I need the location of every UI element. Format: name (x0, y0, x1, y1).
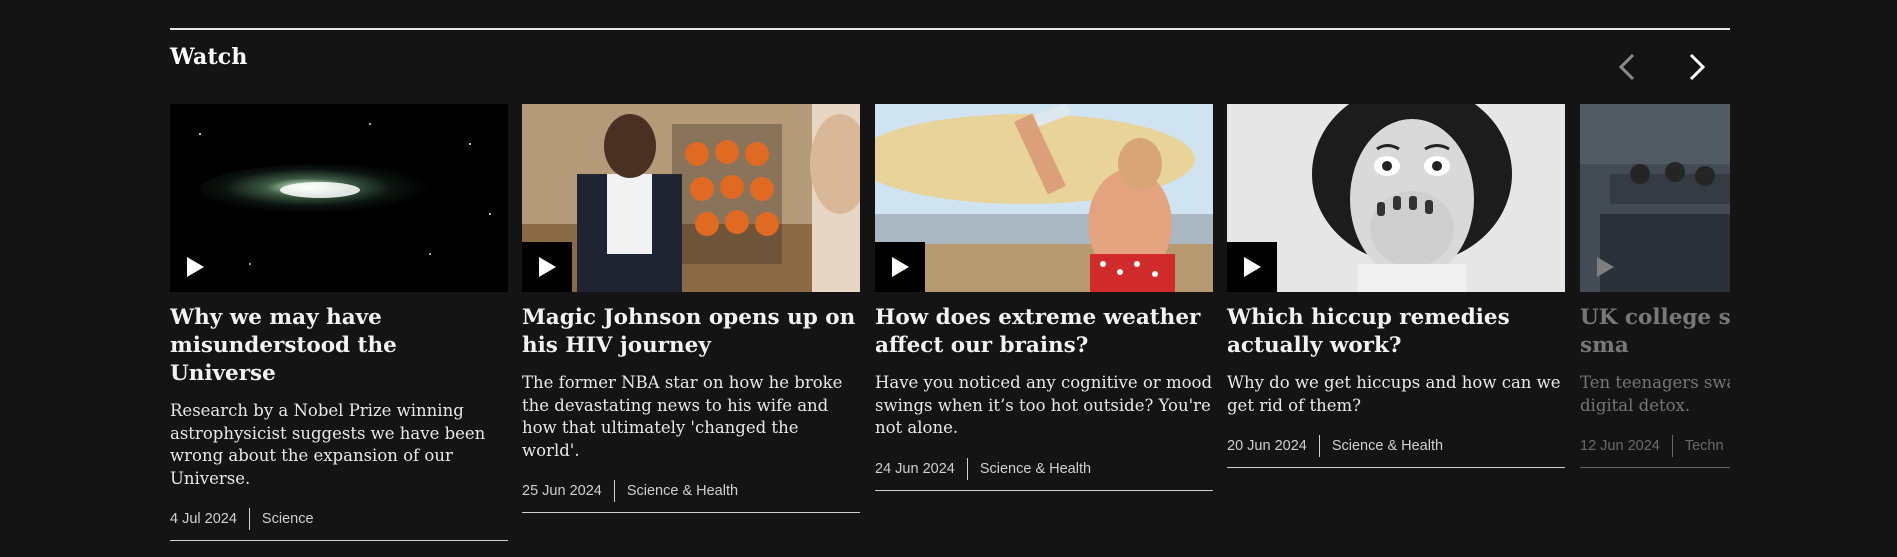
play-icon (187, 257, 204, 277)
play-button[interactable] (1580, 242, 1630, 292)
play-icon (539, 257, 556, 277)
carousel-next-button[interactable] (1680, 50, 1714, 84)
chevron-left-icon (1618, 53, 1635, 81)
card-meta: 25 Jun 2024 Science & Health (522, 480, 860, 513)
video-thumbnail[interactable] (170, 104, 508, 292)
section-divider (170, 28, 1730, 30)
carousel-prev-button[interactable] (1610, 50, 1644, 84)
play-button[interactable] (1227, 242, 1277, 292)
video-card[interactable]: Magic Johnson opens up on his HIV journe… (522, 104, 860, 513)
card-title[interactable]: UK college stu without a sma (1580, 304, 1730, 360)
play-button[interactable] (875, 242, 925, 292)
card-meta: 4 Jul 2024 Science (170, 508, 508, 541)
beach-image (875, 104, 1213, 292)
video-thumbnail[interactable] (875, 104, 1213, 292)
interview-image (522, 104, 860, 292)
card-summary: The former NBA star on how he broke the … (522, 373, 843, 460)
card-meta: 12 Jun 2024 Techn (1580, 435, 1730, 468)
card-date: 20 Jun 2024 (1227, 438, 1307, 454)
card-summary: Have you noticed any cognitive or mood s… (875, 373, 1213, 437)
meta-separator (966, 457, 968, 480)
meta-separator (248, 508, 250, 530)
video-card[interactable]: Why we may have misunderstood the Univer… (170, 104, 508, 541)
card-title[interactable]: How does extreme weather affect our brai… (875, 304, 1213, 360)
video-card[interactable]: Which hiccup remedies actually work? Why… (1227, 104, 1565, 468)
surprised-woman-image (1227, 104, 1565, 292)
card-category: Science & Health (626, 483, 739, 499)
card-title[interactable]: Why we may have misunderstood the Univer… (170, 304, 508, 388)
section-title[interactable]: Watch (170, 44, 248, 70)
play-icon (892, 257, 909, 277)
meta-separator (613, 480, 615, 502)
meta-separator (1318, 435, 1320, 457)
galaxy-image (170, 104, 508, 292)
card-date: 4 Jul 2024 (170, 511, 237, 527)
card-summary: Research by a Nobel Prize winning astrop… (170, 401, 486, 488)
meta-separator (1671, 435, 1673, 457)
card-meta: 24 Jun 2024 Science & Health (875, 457, 1213, 491)
card-date: 12 Jun 2024 (1580, 438, 1660, 454)
card-title[interactable]: Which hiccup remedies actually work? (1227, 304, 1565, 360)
video-thumbnail[interactable] (1580, 104, 1730, 292)
card-category: Science (261, 511, 314, 527)
video-thumbnail[interactable] (522, 104, 860, 292)
video-carousel: Why we may have misunderstood the Univer… (170, 104, 1730, 544)
video-card[interactable]: UK college stu without a sma Ten teenage… (1580, 104, 1730, 468)
card-summary: Ten teenagers swa for brick phones a dig… (1580, 373, 1730, 415)
play-button[interactable] (170, 242, 220, 292)
play-button[interactable] (522, 242, 572, 292)
card-summary: Why do we get hiccups and how can we get… (1227, 373, 1561, 415)
card-category: Science & Health (979, 460, 1092, 477)
card-category: Techn (1684, 438, 1724, 454)
card-title[interactable]: Magic Johnson opens up on his HIV journe… (522, 304, 860, 360)
card-date: 24 Jun 2024 (875, 460, 955, 477)
card-date: 25 Jun 2024 (522, 483, 602, 499)
video-card[interactable]: How does extreme weather affect our brai… (875, 104, 1213, 491)
video-thumbnail[interactable] (1227, 104, 1565, 292)
chevron-right-icon (1689, 53, 1706, 81)
card-category: Science & Health (1331, 438, 1444, 454)
play-icon (1244, 257, 1261, 277)
play-icon (1597, 257, 1614, 277)
card-meta: 20 Jun 2024 Science & Health (1227, 435, 1565, 468)
